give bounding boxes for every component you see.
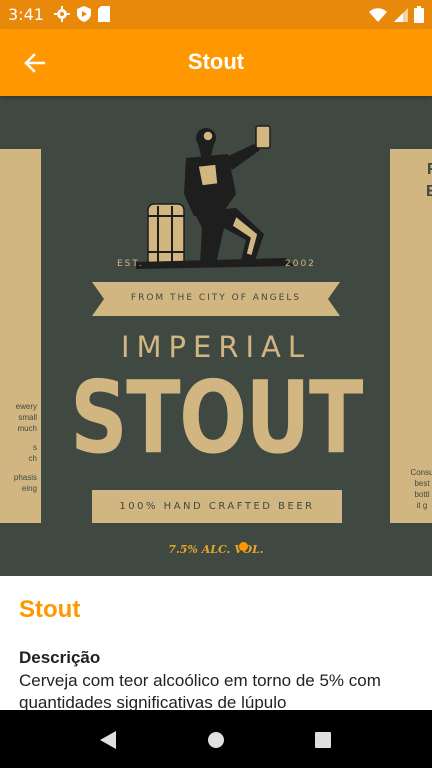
side-text-right: Consu best bottl it g	[398, 467, 432, 511]
side-text-line: ewery	[15, 402, 37, 411]
recents-square-icon	[315, 732, 331, 748]
side-big-letter: F	[427, 161, 432, 178]
side-text-line: it g	[416, 501, 428, 510]
app-bar: Stout	[0, 29, 432, 96]
year-label: 2002	[285, 259, 316, 269]
side-text-line: eing	[21, 484, 37, 493]
side-text-line	[14, 464, 37, 472]
banner-text-wrap: FROM THE CITY OF ANGELS	[92, 282, 340, 316]
status-icons-left	[54, 6, 110, 22]
nav-back-button[interactable]	[95, 727, 121, 753]
status-bar: 3:41	[0, 0, 432, 29]
wifi-icon	[369, 7, 387, 22]
status-time: 3:41	[8, 5, 44, 24]
side-text-left: ewery small much s ch phasis eing	[14, 401, 37, 494]
drinking-man-illustration	[136, 125, 294, 269]
abv-text: 7.5% ALC. VOL.	[168, 543, 264, 556]
page-title: Stout	[187, 49, 245, 74]
sd-card-icon	[98, 6, 110, 22]
abv-dot	[239, 542, 248, 551]
status-icons-right	[369, 6, 424, 23]
side-text-line: ch	[28, 454, 37, 463]
side-text-line	[14, 434, 37, 442]
side-text-line: small	[18, 413, 37, 422]
battery-icon	[414, 6, 424, 23]
label-stout: STOUT	[70, 359, 363, 476]
description-label: Descrição	[19, 648, 101, 667]
details-section: Stout Descrição Cerveja com teor alcoóli…	[0, 576, 432, 710]
signal-icon	[394, 7, 408, 22]
crafted-box: 100% HAND CRAFTED BEER	[92, 490, 342, 523]
shield-icon	[77, 6, 91, 22]
nav-home-button[interactable]	[203, 727, 229, 753]
side-text-line: phasis	[13, 473, 37, 482]
description-text: Cerveja com teor alcoólico em torno de 5…	[19, 671, 381, 710]
side-text-line: best	[414, 479, 430, 488]
gear-icon	[54, 6, 70, 22]
back-triangle-icon	[100, 731, 116, 749]
side-text-line: Consu	[410, 468, 432, 477]
banner-text: FROM THE CITY OF ANGELS	[130, 293, 302, 303]
side-text-line: s	[33, 443, 37, 452]
system-nav-bar	[0, 710, 432, 768]
crafted-text: 100% HAND CRAFTED BEER	[119, 501, 315, 512]
nav-recents-button[interactable]	[310, 727, 336, 753]
est-label: EST.	[117, 259, 144, 269]
side-big-letter: E	[426, 183, 432, 200]
beer-label-image: ewery small much s ch phasis eing F E Co…	[0, 96, 432, 576]
home-circle-icon	[208, 732, 224, 748]
beer-name: Stout	[19, 596, 81, 623]
side-text-line: bottl	[414, 490, 430, 499]
side-text-line: much	[17, 424, 37, 433]
